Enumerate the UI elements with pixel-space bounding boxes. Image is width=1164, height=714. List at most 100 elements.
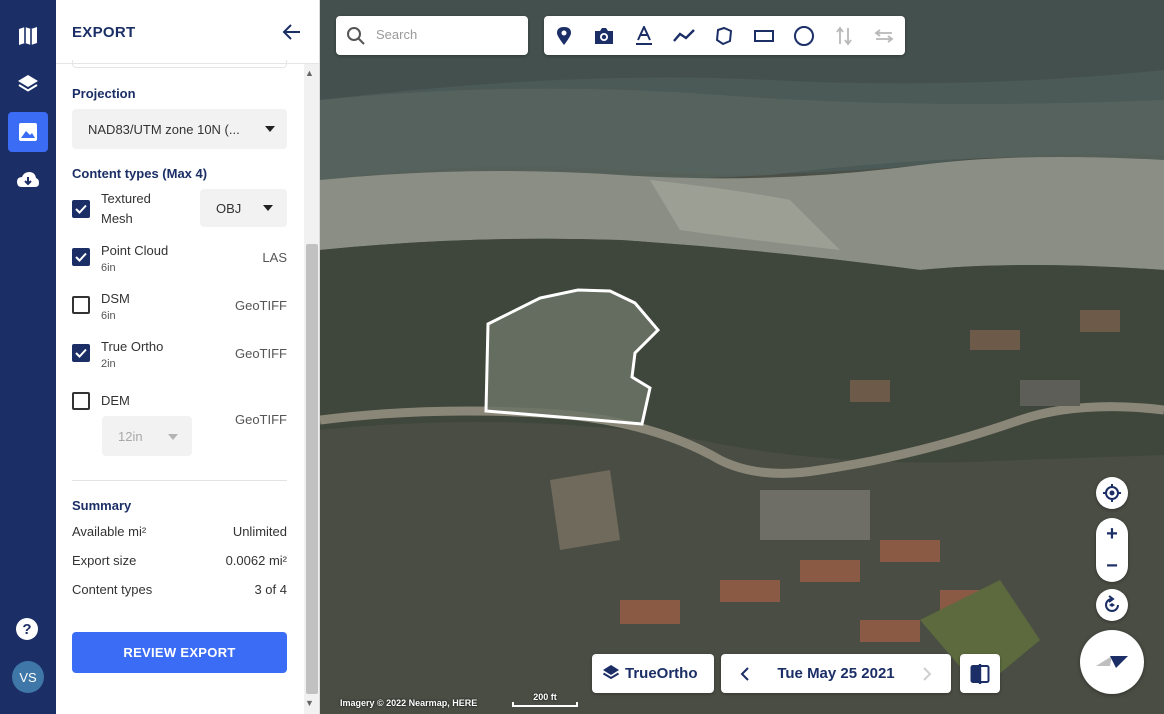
rotate-icon xyxy=(1105,595,1119,612)
content-type-format: GeoTIFF xyxy=(234,298,287,313)
chevron-down-icon xyxy=(168,434,178,440)
checkbox-true-ortho[interactable] xyxy=(72,344,90,362)
dem-resolution-value: 12in xyxy=(118,428,143,444)
split-compare-icon xyxy=(970,663,990,684)
scale-bar-line xyxy=(512,702,578,707)
layers-nav-button[interactable] xyxy=(8,64,48,104)
pin-icon xyxy=(557,27,571,45)
drawing-toolbar xyxy=(544,16,905,55)
content-type-format: GeoTIFF xyxy=(234,346,287,361)
summary-key: Content types xyxy=(72,582,153,597)
check-icon xyxy=(75,204,87,214)
content-type-name: Textured Mesh xyxy=(101,191,151,226)
polyline-icon xyxy=(673,29,695,42)
map-view[interactable]: + − TrueOrtho Tue May 25 2021 Imagery © … xyxy=(320,0,1164,714)
content-type-format: LAS xyxy=(262,250,287,265)
content-type-name: Point Cloud xyxy=(101,243,169,258)
circle-tool-button[interactable] xyxy=(792,24,816,48)
checkbox-textured-mesh[interactable] xyxy=(72,200,90,218)
content-type-name: True Ortho xyxy=(101,339,164,354)
scroll-down-arrow[interactable]: ▼ xyxy=(305,698,314,708)
compass[interactable] xyxy=(1080,630,1144,694)
layers-icon xyxy=(602,665,620,680)
check-icon xyxy=(75,348,87,358)
checkbox-dsm[interactable] xyxy=(72,296,90,314)
summary-value: Unlimited xyxy=(232,524,287,539)
map-nav-button[interactable] xyxy=(8,16,48,56)
next-date-button[interactable] xyxy=(915,662,939,686)
pin-tool-button[interactable] xyxy=(552,24,576,48)
content-type-name: DEM xyxy=(101,393,130,408)
text-tool-button[interactable] xyxy=(632,24,656,48)
rectangle-tool-button[interactable] xyxy=(752,24,776,48)
review-export-button[interactable]: REVIEW EXPORT xyxy=(72,632,287,673)
polyline-tool-button[interactable] xyxy=(672,24,696,48)
sort-icon xyxy=(836,26,852,46)
checkbox-point-cloud[interactable] xyxy=(72,248,90,266)
imagery-attribution: Imagery © 2022 Nearmap, HERE xyxy=(340,698,478,708)
polygon-tool-button[interactable] xyxy=(712,24,736,48)
aerial-imagery xyxy=(320,0,1164,714)
summary-key: Export size xyxy=(72,553,137,568)
mesh-format-value: OBJ xyxy=(216,200,242,216)
content-type-resolution: 2in xyxy=(101,358,116,370)
swap-icon xyxy=(874,29,894,43)
layers-icon xyxy=(18,75,38,92)
panel-title: EXPORT xyxy=(72,24,136,41)
download-nav-button[interactable] xyxy=(8,160,48,200)
help-icon[interactable]: ? xyxy=(16,618,38,640)
summary-value: 3 of 4 xyxy=(254,582,287,597)
back-button[interactable] xyxy=(280,20,304,44)
camera-icon xyxy=(595,28,613,44)
content-type-resolution: 6in xyxy=(101,262,116,274)
zoom-in-button[interactable]: + xyxy=(1096,518,1128,550)
content-types-label: Content types (Max 4) xyxy=(72,166,208,181)
summary-value: 0.0062 mi² xyxy=(225,553,287,568)
content-type-resolution: 6in xyxy=(101,310,116,322)
mesh-format-select[interactable]: OBJ xyxy=(200,189,287,227)
scroll-up-arrow[interactable]: ▲ xyxy=(305,68,314,78)
rectangle-icon xyxy=(754,30,774,42)
content-type-format: GeoTIFF xyxy=(234,412,287,427)
layer-select-button[interactable]: TrueOrtho xyxy=(592,654,714,693)
cloud-download-icon xyxy=(17,172,39,187)
divider xyxy=(72,480,287,481)
summary-label: Summary xyxy=(72,498,132,513)
polygon-icon xyxy=(715,26,733,46)
chevron-down-icon xyxy=(265,126,275,132)
compare-button[interactable] xyxy=(960,654,1000,693)
avatar[interactable]: VS xyxy=(12,661,44,693)
sort-tool-button[interactable] xyxy=(832,24,856,48)
panel-header: EXPORT xyxy=(56,0,319,64)
arrow-left-icon xyxy=(282,24,300,40)
date-selector: Tue May 25 2021 xyxy=(721,654,951,693)
collapsed-field-edge xyxy=(72,60,287,68)
scale-bar: 200 ft xyxy=(512,692,578,708)
export-panel: EXPORT Projection NAD83/UTM zone 10N (..… xyxy=(56,0,320,714)
photo-tool-button[interactable] xyxy=(592,24,616,48)
compass-needle-icon xyxy=(1096,656,1128,668)
image-icon xyxy=(19,123,37,141)
projection-select[interactable]: NAD83/UTM zone 10N (... xyxy=(72,109,287,149)
locate-button[interactable] xyxy=(1096,477,1128,509)
rotate-reset-button[interactable] xyxy=(1096,589,1128,621)
chevron-right-icon xyxy=(923,667,932,681)
content-type-name: DSM xyxy=(101,291,130,306)
scale-label: 200 ft xyxy=(533,692,557,702)
circle-icon xyxy=(794,26,814,46)
zoom-out-button[interactable]: − xyxy=(1096,550,1128,582)
check-icon xyxy=(75,252,87,262)
projection-label: Projection xyxy=(72,86,136,101)
scrollbar-thumb[interactable] xyxy=(306,244,318,694)
text-icon xyxy=(636,26,652,45)
search-input[interactable] xyxy=(376,27,516,42)
zoom-control: + − xyxy=(1096,518,1128,582)
summary-key: Available mi² xyxy=(72,524,147,539)
projection-value: NAD83/UTM zone 10N (... xyxy=(88,121,240,137)
search-box[interactable] xyxy=(336,16,528,55)
search-icon xyxy=(347,27,365,45)
checkbox-dem[interactable] xyxy=(72,392,90,410)
swap-tool-button[interactable] xyxy=(872,24,896,48)
left-rail: ? VS xyxy=(0,0,56,714)
export-nav-button[interactable] xyxy=(8,112,48,152)
